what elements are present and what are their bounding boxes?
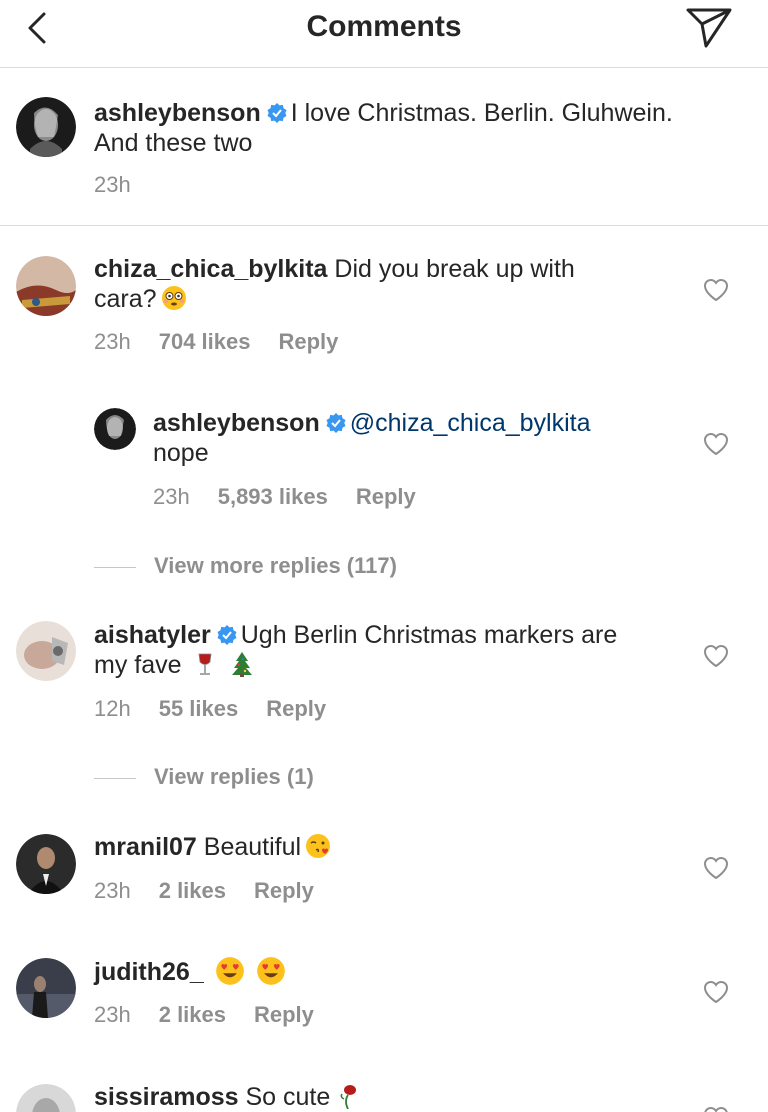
view-more-label: View more replies (117) — [154, 553, 397, 578]
comment-line1: Beautiful — [203, 833, 302, 861]
likes-count[interactable]: 704 likes — [159, 329, 251, 354]
comment-row: aishatyler Ugh Berlin Christmas markers a… — [0, 598, 768, 750]
reply-button[interactable]: Reply — [254, 878, 314, 903]
heart-eyes-icon — [256, 957, 285, 985]
verified-badge-icon — [267, 103, 287, 123]
comment-line2: my fave — [94, 651, 182, 679]
wilted-flower-icon — [340, 1085, 357, 1109]
comment-meta: 12h 55 likes Reply — [94, 696, 354, 722]
username[interactable]: mranil07 — [94, 833, 197, 861]
comment-row: mranil07 Beautiful 23h 2 likes Reply — [0, 810, 768, 932]
flushed-face-icon — [161, 286, 186, 310]
username[interactable]: judith26_ — [94, 958, 204, 986]
likes-count[interactable]: 55 likes — [159, 696, 239, 721]
timestamp: 12h — [94, 696, 131, 721]
comment-row: chiza_chica_bylkita Did you break up wit… — [0, 226, 768, 376]
comment-text: aishatyler Ugh Berlin Christmas markers a… — [94, 620, 694, 680]
heart-icon[interactable] — [703, 980, 729, 1004]
paper-plane-icon[interactable] — [684, 4, 734, 50]
comment-text: sissiramoss So cute — [94, 1082, 694, 1112]
timestamp: 23h — [153, 484, 190, 509]
comment-text: chiza_chica_bylkita Did you break up wit… — [94, 254, 684, 314]
comment-line1: So cute — [245, 1083, 331, 1111]
reply-meta: 23h 5,893 likes Reply — [153, 484, 444, 510]
verified-badge-icon — [217, 625, 237, 645]
reply-button[interactable]: Reply — [278, 329, 338, 354]
username[interactable]: chiza_chica_bylkita — [94, 255, 327, 283]
timestamp: 23h — [94, 878, 131, 903]
username[interactable]: ashleybenson — [153, 409, 320, 437]
comment-text: mranil07 Beautiful — [94, 832, 694, 862]
username[interactable]: sissiramoss — [94, 1083, 239, 1111]
wine-glass-icon — [199, 653, 212, 675]
avatar[interactable] — [16, 621, 76, 681]
timestamp: 23h — [94, 1002, 131, 1027]
comment-row: sissiramoss So cute — [0, 1058, 768, 1112]
mention-link[interactable]: @chiza_chica_bylkita — [350, 409, 591, 437]
likes-count[interactable]: 5,893 likes — [218, 484, 328, 509]
reply-button[interactable]: Reply — [254, 1002, 314, 1027]
comment-line1: Ugh Berlin Christmas markers are — [240, 621, 618, 649]
comment-meta: 23h 704 likes Reply — [94, 329, 366, 355]
christmas-tree-icon — [232, 652, 253, 677]
view-replies-button[interactable]: View replies (1) — [94, 764, 314, 790]
reply-button[interactable]: Reply — [356, 484, 416, 509]
heart-icon[interactable] — [703, 432, 729, 456]
timestamp: 23h — [94, 172, 131, 197]
caption-line1: I love Christmas. Berlin. Gluhwein. — [290, 99, 673, 127]
view-more-replies-button[interactable]: View more replies (117) — [94, 553, 397, 579]
reply-text: ashleybenson @chiza_chica_bylkita nope — [153, 408, 683, 468]
face-blowing-kiss-icon — [306, 834, 331, 858]
timestamp: 23h — [94, 329, 131, 354]
divider-line — [94, 566, 136, 568]
header-bar: Comments — [0, 0, 768, 68]
page-title: Comments — [306, 10, 462, 43]
comment-line2: cara? — [94, 285, 157, 313]
heart-eyes-icon — [215, 957, 244, 985]
comment-meta: 23h 2 likes Reply — [94, 878, 342, 904]
avatar[interactable] — [16, 958, 76, 1018]
comment-line1: Did you break up with — [334, 255, 575, 283]
avatar[interactable] — [16, 97, 76, 157]
avatar[interactable] — [16, 256, 76, 316]
username[interactable]: ashleybenson — [94, 99, 261, 127]
verified-badge-icon — [326, 413, 346, 433]
divider-line — [94, 777, 136, 779]
heart-icon[interactable] — [703, 644, 729, 668]
likes-count[interactable]: 2 likes — [159, 1002, 226, 1027]
post-caption: ashleybenson I love Christmas. Berlin. Gl… — [0, 68, 768, 226]
avatar[interactable] — [94, 408, 136, 450]
heart-icon[interactable] — [703, 278, 729, 302]
heart-icon[interactable] — [703, 856, 729, 880]
likes-count[interactable]: 2 likes — [159, 878, 226, 903]
comment-meta: 23h 2 likes Reply — [94, 1002, 342, 1028]
view-replies-label: View replies (1) — [154, 764, 314, 789]
reply-button[interactable]: Reply — [266, 696, 326, 721]
caption-text: ashleybenson I love Christmas. Berlin. Gl… — [94, 98, 734, 158]
avatar[interactable] — [16, 834, 76, 894]
avatar[interactable] — [16, 1084, 76, 1112]
heart-icon[interactable] — [703, 1106, 729, 1112]
comment-text: judith26_ — [94, 956, 694, 987]
username[interactable]: aishatyler — [94, 621, 211, 649]
reply-row: ashleybenson @chiza_chica_bylkita nope 23… — [0, 376, 768, 526]
comment-row: judith26_ 23h 2 likes Reply — [0, 932, 768, 1058]
caption-meta: 23h — [94, 172, 159, 198]
caption-line2: And these two — [94, 129, 253, 157]
reply-line2: nope — [153, 439, 209, 467]
